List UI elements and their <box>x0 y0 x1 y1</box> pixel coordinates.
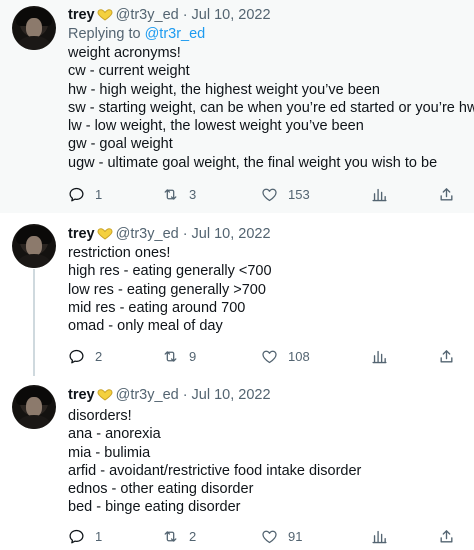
reply-button[interactable]: 2 <box>68 346 102 366</box>
views-button[interactable] <box>371 184 388 204</box>
retweet-button[interactable]: 9 <box>162 346 196 366</box>
thread-connector-line <box>33 269 35 389</box>
reply-bubble-icon <box>69 187 84 201</box>
gold-heart-badge-icon <box>97 9 113 21</box>
tweet[interactable]: trey @tr3y_ed · Jul 10, 2022 disorders! … <box>0 376 474 550</box>
avatar[interactable] <box>12 6 56 50</box>
tweet-text-line: cw - current weight <box>68 63 190 80</box>
views-bar-chart-icon <box>372 350 387 363</box>
tweet-text-line: hw - high weight, the highest weight you… <box>68 81 380 98</box>
tweet-text: disorders! ana - anorexia mia - bulimia … <box>68 407 361 517</box>
display-name[interactable]: trey <box>68 7 95 23</box>
tweet-text-line: arfid - avoidant/restrictive food intake… <box>68 462 362 479</box>
tweet-text: restriction ones! high res - eating gene… <box>68 244 272 335</box>
views-bar-chart-icon <box>372 188 387 201</box>
tweet-text-line: disorders! <box>68 408 132 424</box>
separator-dot: · <box>182 226 188 242</box>
tweet-text-line: ana - anorexia <box>68 426 161 443</box>
share-button[interactable] <box>438 346 455 366</box>
user-handle[interactable]: @tr3y_ed <box>116 387 179 403</box>
like-count: 91 <box>288 528 303 544</box>
tweet-text-line: sw - starting weight, can be when you’re… <box>68 99 474 116</box>
reply-count: 1 <box>95 186 103 202</box>
display-name[interactable]: trey <box>68 387 95 403</box>
reply-bubble-icon <box>69 529 84 543</box>
tweet-actions: 1 2 91 <box>68 526 458 546</box>
tweet-text-line: bed - binge eating disorder <box>68 499 241 516</box>
tweet-actions: 2 9 108 <box>68 346 458 366</box>
avatar[interactable] <box>12 224 56 268</box>
tweet-date[interactable]: Jul 10, 2022 <box>192 7 271 23</box>
tweet-text-line: weight acronyms! <box>68 45 181 61</box>
tweet[interactable]: trey @tr3y_ed · Jul 10, 2022 Replying to… <box>0 0 474 213</box>
heart-icon <box>262 188 277 201</box>
replying-prefix: Replying to <box>68 26 141 42</box>
reply-count: 1 <box>95 528 103 544</box>
retweet-icon <box>164 530 177 542</box>
views-button[interactable] <box>371 526 388 546</box>
share-button[interactable] <box>438 526 455 546</box>
tweet-text: weight acronyms! cw - current weight hw … <box>68 44 474 172</box>
gold-heart-badge-icon <box>97 228 113 240</box>
user-handle[interactable]: @tr3y_ed <box>116 226 179 242</box>
retweet-count: 9 <box>189 348 197 364</box>
tweet[interactable]: trey @tr3y_ed · Jul 10, 2022 restriction… <box>0 213 474 389</box>
replying-mention-link[interactable]: @tr3r_ed <box>145 26 206 42</box>
tweet-date[interactable]: Jul 10, 2022 <box>192 226 271 242</box>
tweet-text-line: low res - eating generally >700 <box>68 281 266 298</box>
share-upload-icon <box>440 187 453 200</box>
display-name[interactable]: trey <box>68 226 95 242</box>
reply-button[interactable]: 1 <box>68 184 102 204</box>
tweet-text-line: restriction ones! <box>68 245 171 261</box>
reply-bubble-icon <box>69 349 84 363</box>
separator-dot: · <box>182 387 188 403</box>
gold-heart-badge-icon <box>97 389 113 401</box>
tweet-text-line: mia - bulimia <box>68 444 151 461</box>
tweet-actions: 1 3 153 <box>68 184 458 204</box>
tweet-date[interactable]: Jul 10, 2022 <box>192 387 271 403</box>
like-button[interactable]: 108 <box>261 346 310 366</box>
tweet-header: trey @tr3y_ed · Jul 10, 2022 <box>68 6 271 24</box>
replying-to: Replying to @tr3r_ed <box>68 26 205 42</box>
tweet-text-line: mid res - eating around 700 <box>68 299 246 316</box>
retweet-icon <box>164 350 177 362</box>
user-handle[interactable]: @tr3y_ed <box>116 7 179 23</box>
heart-icon <box>262 350 277 363</box>
tweet-text-line: gw - goal weight <box>68 136 173 153</box>
tweet-text-line: high res - eating generally <700 <box>68 263 272 280</box>
share-upload-icon <box>440 529 453 542</box>
share-upload-icon <box>440 349 453 362</box>
like-button[interactable]: 91 <box>261 526 302 546</box>
heart-icon <box>262 530 277 543</box>
retweet-button[interactable]: 3 <box>162 184 196 204</box>
tweet-text-line: omad - only meal of day <box>68 318 223 335</box>
like-count: 108 <box>288 348 310 364</box>
retweet-icon <box>164 188 177 200</box>
retweet-button[interactable]: 2 <box>162 526 196 546</box>
like-count: 153 <box>288 186 310 202</box>
separator-dot: · <box>182 7 188 23</box>
tweet-header: trey @tr3y_ed · Jul 10, 2022 <box>68 225 271 243</box>
tweet-text-line: ugw - ultimate goal weight, the final we… <box>68 154 438 171</box>
retweet-count: 3 <box>189 186 197 202</box>
reply-count: 2 <box>95 348 103 364</box>
reply-button[interactable]: 1 <box>68 526 102 546</box>
views-button[interactable] <box>371 346 388 366</box>
views-bar-chart-icon <box>372 530 387 543</box>
retweet-count: 2 <box>189 528 197 544</box>
avatar[interactable] <box>12 385 56 429</box>
tweet-text-line: lw - low weight, the lowest weight you’v… <box>68 118 364 135</box>
tweet-header: trey @tr3y_ed · Jul 10, 2022 <box>68 386 271 404</box>
share-button[interactable] <box>438 184 455 204</box>
like-button[interactable]: 153 <box>261 184 310 204</box>
tweet-text-line: ednos - other eating disorder <box>68 481 254 498</box>
